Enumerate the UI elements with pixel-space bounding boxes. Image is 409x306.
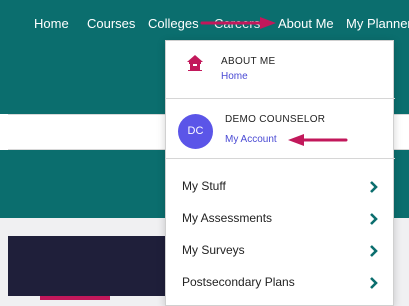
dropdown-about-section: ABOUT ME Home bbox=[166, 41, 395, 99]
page-dark-panel bbox=[8, 236, 178, 296]
dropdown-user-section: DC DEMO COUNSELOR My Account bbox=[166, 99, 395, 159]
nav-my-planner[interactable]: My Planner bbox=[346, 16, 409, 32]
nav-home[interactable]: Home bbox=[34, 16, 69, 32]
chevron-right-icon bbox=[370, 213, 378, 225]
menu-item-my-stuff[interactable]: My Stuff bbox=[166, 172, 395, 204]
menu-item-label: My Stuff bbox=[182, 179, 226, 193]
menu-item-label: My Surveys bbox=[182, 243, 245, 257]
annotation-arrow-icon bbox=[288, 134, 348, 146]
chevron-right-icon bbox=[370, 245, 378, 257]
my-account-link[interactable]: My Account bbox=[225, 134, 277, 145]
avatar: DC bbox=[178, 114, 213, 149]
page-accent-line bbox=[40, 296, 110, 300]
menu-item-label: My Assessments bbox=[182, 211, 273, 225]
about-me-heading: ABOUT ME bbox=[221, 56, 276, 67]
menu-item-my-surveys[interactable]: My Surveys bbox=[166, 236, 395, 268]
menu-item-label: Postsecondary Plans bbox=[182, 275, 295, 289]
about-home-link[interactable]: Home bbox=[221, 71, 248, 82]
chevron-right-icon bbox=[370, 181, 378, 193]
chevron-right-icon bbox=[370, 277, 378, 289]
menu-item-postsecondary-plans[interactable]: Postsecondary Plans bbox=[166, 268, 395, 300]
nav-courses[interactable]: Courses bbox=[87, 16, 135, 32]
annotation-arrow-icon bbox=[200, 17, 276, 29]
home-icon bbox=[187, 55, 203, 71]
user-name: DEMO COUNSELOR bbox=[225, 114, 326, 125]
nav-about-me[interactable]: About Me bbox=[278, 16, 334, 32]
menu-item-my-assessments[interactable]: My Assessments bbox=[166, 204, 395, 236]
nav-colleges[interactable]: Colleges bbox=[148, 16, 199, 32]
about-me-dropdown: ABOUT ME Home DC DEMO COUNSELOR My Accou… bbox=[165, 40, 395, 306]
